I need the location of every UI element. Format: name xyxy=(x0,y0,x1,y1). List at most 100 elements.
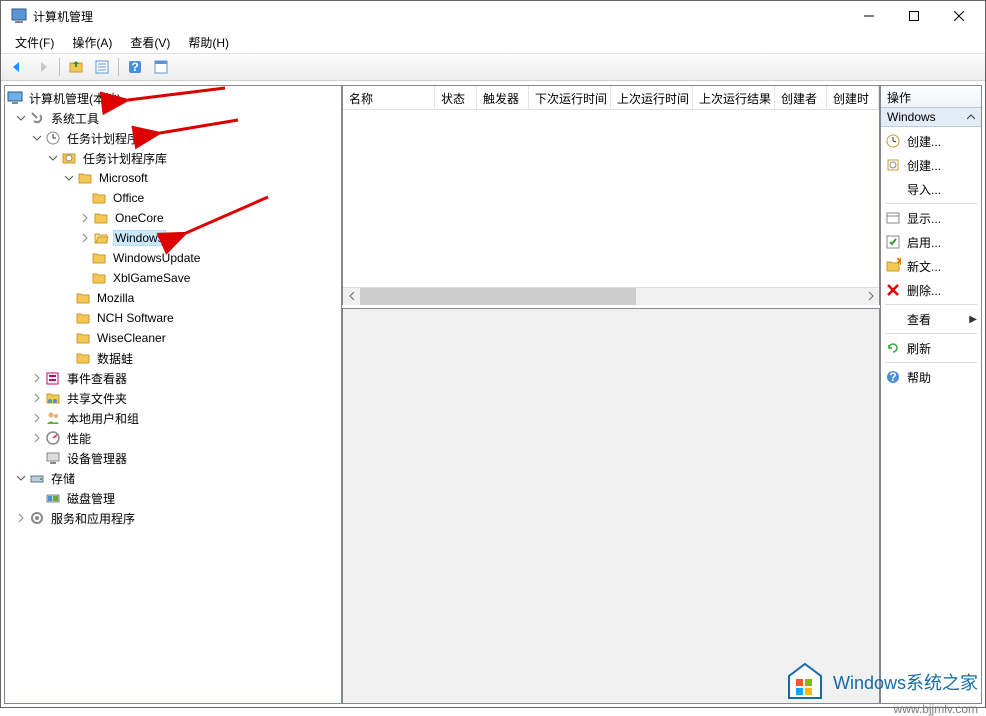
chevron-down-icon[interactable] xyxy=(31,132,43,144)
tree-node-storage[interactable]: 存储 xyxy=(5,468,341,488)
chevron-right-icon[interactable] xyxy=(31,412,43,424)
scroll-thumb[interactable] xyxy=(360,288,636,305)
folder-open-icon xyxy=(93,230,109,246)
tree-node-root[interactable]: 计算机管理(本地) xyxy=(5,88,341,108)
computer-icon xyxy=(7,90,23,106)
task-icon xyxy=(885,133,901,149)
tree-node-task-library[interactable]: 任务计划程序库 xyxy=(5,148,341,168)
show-hide-button[interactable] xyxy=(149,56,173,78)
tree-node-disk-management[interactable]: 磁盘管理 xyxy=(5,488,341,508)
services-icon xyxy=(29,510,45,526)
tree-node-services[interactable]: 服务和应用程序 xyxy=(5,508,341,528)
menu-view[interactable]: 查看(V) xyxy=(122,32,178,53)
action-view[interactable]: 查看▶ xyxy=(881,307,981,331)
shared-folder-icon xyxy=(45,390,61,406)
middle-column: 名称 状态 触发器 下次运行时间 上次运行时间 上次运行结果 创建者 创建时 xyxy=(342,85,880,704)
action-enable[interactable]: 启用... xyxy=(881,230,981,254)
tree-panel: 计算机管理(本地) 系统工具 任务计划程序 任务计划程序库 Microsoft xyxy=(4,85,342,704)
column-next-run[interactable]: 下次运行时间 xyxy=(529,86,611,109)
tree-node-local-users[interactable]: 本地用户和组 xyxy=(5,408,341,428)
column-name[interactable]: 名称 xyxy=(343,86,435,109)
column-trigger[interactable]: 触发器 xyxy=(477,86,529,109)
chevron-down-icon[interactable] xyxy=(63,172,75,184)
folder-icon xyxy=(91,190,107,206)
tree-label: Windows xyxy=(113,230,166,246)
chevron-right-icon[interactable] xyxy=(31,432,43,444)
close-button[interactable] xyxy=(936,2,981,30)
action-label: 刷新 xyxy=(907,340,977,357)
scroll-left-icon[interactable] xyxy=(343,288,360,305)
horizontal-scrollbar[interactable] xyxy=(343,287,879,304)
menu-help[interactable]: 帮助(H) xyxy=(180,32,237,53)
toolbar: ? xyxy=(1,53,985,81)
tree-node-nch[interactable]: NCH Software xyxy=(5,308,341,328)
up-button[interactable] xyxy=(64,56,88,78)
tree-label: 任务计划程序库 xyxy=(81,150,169,167)
tree-node-windows[interactable]: Windows xyxy=(5,228,341,248)
column-last-result[interactable]: 上次运行结果 xyxy=(693,86,775,109)
svg-text:?: ? xyxy=(131,60,138,74)
tree-node-onecore[interactable]: OneCore xyxy=(5,208,341,228)
tree-node-windows-update[interactable]: WindowsUpdate xyxy=(5,248,341,268)
task-list-panel: 名称 状态 触发器 下次运行时间 上次运行时间 上次运行结果 创建者 创建时 xyxy=(342,85,880,305)
column-status[interactable]: 状态 xyxy=(435,86,477,109)
scroll-track[interactable] xyxy=(360,288,862,305)
tree-node-system-tools[interactable]: 系统工具 xyxy=(5,108,341,128)
back-button[interactable] xyxy=(5,56,29,78)
tree-label: Office xyxy=(111,191,146,205)
action-new-folder[interactable]: ✱新文... xyxy=(881,254,981,278)
tree-node-performance[interactable]: 性能 xyxy=(5,428,341,448)
navigation-tree[interactable]: 计算机管理(本地) 系统工具 任务计划程序 任务计划程序库 Microsoft xyxy=(5,86,341,530)
action-label: 显示... xyxy=(907,210,977,227)
action-label: 启用... xyxy=(907,234,977,251)
minimize-button[interactable] xyxy=(846,2,891,30)
chevron-right-icon[interactable] xyxy=(15,512,27,524)
tree-node-datafrog[interactable]: 数据蛙 xyxy=(5,348,341,368)
folder-icon xyxy=(91,270,107,286)
chevron-right-icon[interactable] xyxy=(79,212,91,224)
svg-text:✱: ✱ xyxy=(896,258,901,268)
tree-node-xblgamesave[interactable]: XblGameSave xyxy=(5,268,341,288)
chevron-down-icon[interactable] xyxy=(15,472,27,484)
action-show[interactable]: 显示... xyxy=(881,206,981,230)
column-creator[interactable]: 创建者 xyxy=(775,86,827,109)
app-icon xyxy=(11,8,27,24)
chevron-down-icon[interactable] xyxy=(15,112,27,124)
action-refresh[interactable]: 刷新 xyxy=(881,336,981,360)
chevron-right-icon[interactable] xyxy=(31,372,43,384)
chevron-up-icon xyxy=(967,110,975,124)
action-delete[interactable]: 删除... xyxy=(881,278,981,302)
library-icon xyxy=(61,150,77,166)
scroll-right-icon[interactable] xyxy=(862,288,879,305)
help-button[interactable]: ? xyxy=(123,56,147,78)
tree-node-office[interactable]: Office xyxy=(5,188,341,208)
action-help[interactable]: ? 帮助 xyxy=(881,365,981,389)
actions-list: 创建... 创建... 导入... 显示... 启用... ✱新文... 删除.… xyxy=(881,127,981,391)
menu-action[interactable]: 操作(A) xyxy=(64,32,120,53)
chevron-right-icon[interactable] xyxy=(31,392,43,404)
tree-node-device-manager[interactable]: 设备管理器 xyxy=(5,448,341,468)
chevron-right-icon[interactable] xyxy=(79,232,91,244)
list-body[interactable] xyxy=(343,110,879,287)
actions-section[interactable]: Windows xyxy=(881,108,981,127)
column-create-time[interactable]: 创建时 xyxy=(827,86,879,109)
action-import[interactable]: 导入... xyxy=(881,177,981,201)
action-create-task[interactable]: 创建... xyxy=(881,153,981,177)
tree-node-mozilla[interactable]: Mozilla xyxy=(5,288,341,308)
tree-node-shared-folders[interactable]: 共享文件夹 xyxy=(5,388,341,408)
tree-node-task-scheduler[interactable]: 任务计划程序 xyxy=(5,128,341,148)
tree-node-event-viewer[interactable]: 事件查看器 xyxy=(5,368,341,388)
tree-node-microsoft[interactable]: Microsoft xyxy=(5,168,341,188)
maximize-button[interactable] xyxy=(891,2,936,30)
properties-button[interactable] xyxy=(90,56,114,78)
folder-icon xyxy=(77,170,93,186)
action-label: 帮助 xyxy=(907,369,977,386)
menu-file[interactable]: 文件(F) xyxy=(7,32,62,53)
svg-text:?: ? xyxy=(889,370,896,384)
delete-icon xyxy=(885,282,901,298)
chevron-down-icon[interactable] xyxy=(47,152,59,164)
column-last-run[interactable]: 上次运行时间 xyxy=(611,86,693,109)
tree-label: WiseCleaner xyxy=(95,331,168,345)
tree-node-wisecleaner[interactable]: WiseCleaner xyxy=(5,328,341,348)
action-create-basic[interactable]: 创建... xyxy=(881,129,981,153)
